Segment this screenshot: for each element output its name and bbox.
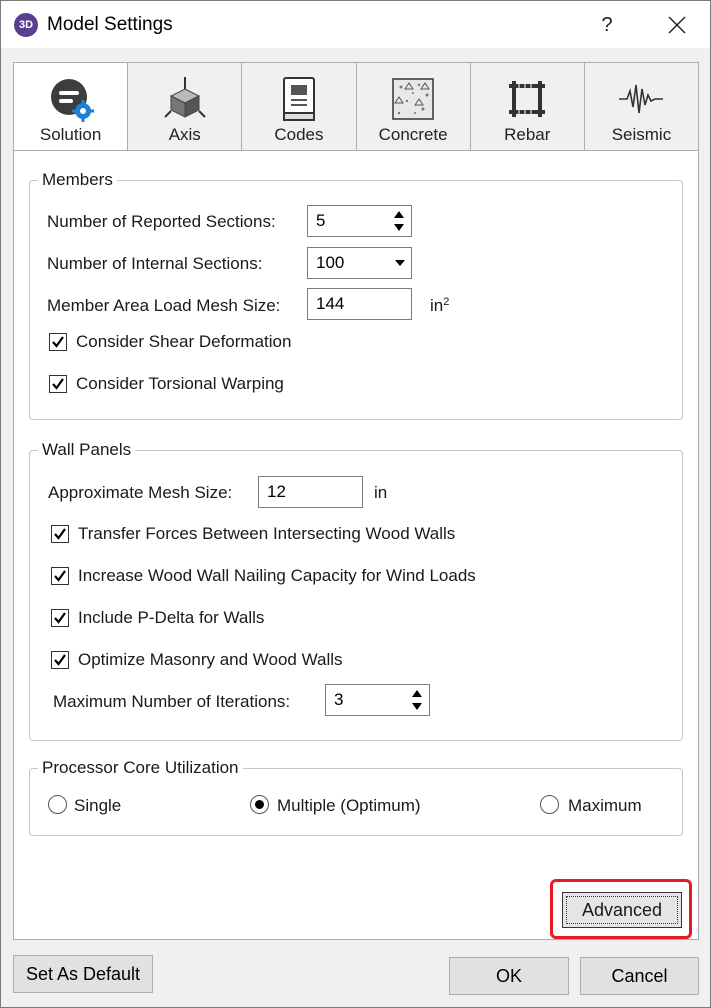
tab-axis[interactable]: Axis: [128, 62, 243, 151]
reported-sections-stepper[interactable]: 5: [307, 205, 412, 237]
single-label: Single: [74, 796, 122, 815]
set-as-default-button[interactable]: Set As Default: [13, 955, 153, 993]
internal-sections-value: 100: [316, 253, 345, 272]
transfer-forces-label: Transfer Forces Between Intersecting Woo…: [78, 524, 456, 543]
tab-label: Concrete: [378, 125, 448, 144]
tab-label: Rebar: [504, 125, 551, 144]
codes-book-icon: [282, 77, 315, 121]
rebar-icon: [509, 81, 546, 117]
shear-deformation-checkbox[interactable]: [49, 333, 67, 351]
ok-button[interactable]: OK: [449, 957, 569, 995]
mesh-size-unit: in2: [430, 296, 450, 315]
reported-sections-label: Number of Reported Sections:: [47, 212, 276, 231]
members-group-title: Members: [38, 169, 117, 191]
mesh-size-input[interactable]: 144: [307, 288, 412, 320]
max-iterations-label: Maximum Number of Iterations:: [53, 692, 291, 711]
maximum-label: Maximum: [568, 796, 642, 815]
wall-panels-group-title: Wall Panels: [38, 439, 136, 461]
optimize-walls-label: Optimize Masonry and Wood Walls: [78, 650, 343, 669]
approx-mesh-unit: in: [374, 483, 388, 502]
optimize-walls-checkbox[interactable]: [51, 651, 69, 669]
chevron-down-icon: [395, 260, 405, 266]
tab-label: Solution: [39, 125, 102, 144]
close-icon: [668, 16, 686, 34]
processor-group-title: Processor Core Utilization: [38, 757, 243, 779]
tab-codes[interactable]: Codes: [242, 62, 357, 151]
increase-nailing-checkbox[interactable]: [51, 567, 69, 585]
tab-strip: Solution Axis Codes Concrete Rebar Seism…: [13, 62, 700, 152]
close-button[interactable]: [661, 11, 691, 39]
pdelta-label: Include P-Delta for Walls: [78, 608, 265, 627]
window-title: Model Settings: [47, 14, 173, 35]
maximum-radio[interactable]: [540, 795, 559, 814]
checkmark-icon: [54, 528, 66, 540]
seismic-wave-icon: [619, 84, 664, 114]
checkmark-icon: [52, 378, 64, 390]
mesh-size-value: 144: [316, 294, 345, 313]
torsional-warping-checkbox[interactable]: [49, 375, 67, 393]
max-iterations-stepper[interactable]: 3: [325, 684, 430, 716]
mesh-size-label: Member Area Load Mesh Size:: [47, 296, 281, 315]
approx-mesh-input[interactable]: 12: [258, 476, 363, 508]
internal-sections-dropdown[interactable]: 100: [307, 247, 412, 279]
tab-seismic[interactable]: Seismic: [584, 62, 700, 151]
checkmark-icon: [54, 612, 66, 624]
tab-label: Seismic: [611, 125, 672, 144]
concrete-icon: [392, 78, 434, 120]
help-button[interactable]: ?: [597, 11, 617, 39]
axis-cube-icon: [164, 77, 206, 118]
tab-rebar[interactable]: Rebar: [470, 62, 585, 151]
shear-deformation-label: Consider Shear Deformation: [76, 332, 292, 351]
cancel-button[interactable]: Cancel: [580, 957, 699, 995]
tab-concrete[interactable]: Concrete: [356, 62, 471, 151]
checkmark-icon: [54, 570, 66, 582]
app-3d-icon: 3D: [14, 13, 38, 37]
tab-solution[interactable]: Solution: [13, 62, 129, 152]
multiple-radio[interactable]: [250, 795, 269, 814]
highlight-annotation: [550, 879, 692, 939]
approx-mesh-value: 12: [267, 482, 286, 501]
solution-gear-icon: [50, 79, 94, 122]
title-bar: 3D Model Settings ?: [0, 0, 711, 48]
reported-sections-value: 5: [316, 211, 326, 230]
torsional-warping-label: Consider Torsional Warping: [76, 374, 284, 393]
checkmark-icon: [54, 654, 66, 666]
internal-sections-label: Number of Internal Sections:: [47, 254, 263, 273]
increase-nailing-label: Increase Wood Wall Nailing Capacity for …: [78, 566, 476, 585]
checkmark-icon: [52, 336, 64, 348]
max-iterations-value: 3: [334, 690, 344, 709]
tab-label: Codes: [274, 125, 324, 144]
spin-arrows-icon[interactable]: [411, 689, 423, 711]
spin-arrows-icon[interactable]: [393, 210, 405, 232]
multiple-label: Multiple (Optimum): [277, 796, 421, 815]
tab-label: Axis: [168, 125, 201, 144]
transfer-forces-checkbox[interactable]: [51, 525, 69, 543]
approx-mesh-label: Approximate Mesh Size:: [48, 483, 233, 502]
pdelta-checkbox[interactable]: [51, 609, 69, 627]
single-radio[interactable]: [48, 795, 67, 814]
